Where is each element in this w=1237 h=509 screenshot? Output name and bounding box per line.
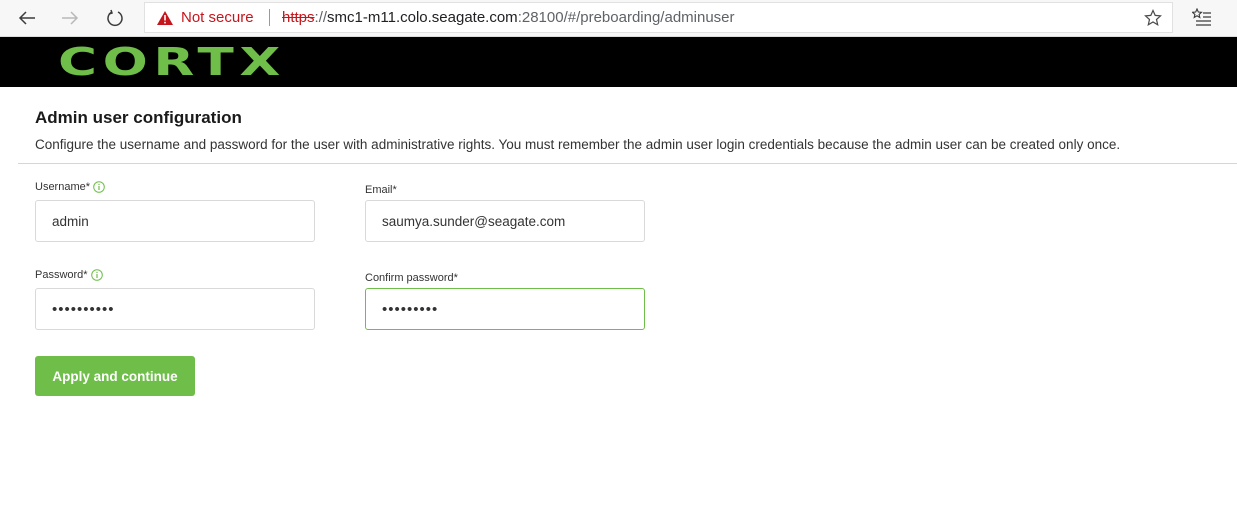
warning-icon [157, 11, 173, 30]
app-header: CORTX [0, 37, 1237, 87]
username-label: Username* [35, 181, 91, 193]
url-separator: :// [314, 9, 328, 26]
confirm-password-label: Confirm password* [365, 272, 458, 284]
password-info-icon[interactable] [90, 269, 103, 281]
password-label-row: Password* [35, 269, 103, 281]
address-bar[interactable]: Not secure https://smc1-m11.colo.seagate… [144, 2, 1173, 33]
reload-icon[interactable] [101, 4, 129, 32]
forward-arrow-icon[interactable] [56, 4, 84, 32]
email-label: Email* [365, 184, 397, 196]
url-path: :28100/#/preboarding/adminuser [517, 9, 735, 26]
username-input[interactable] [35, 200, 315, 242]
email-input[interactable] [365, 200, 645, 242]
logo-text: CORTX [58, 44, 286, 80]
confirm-password-input[interactable] [365, 288, 645, 330]
page-title: Admin user configuration [35, 108, 242, 127]
username-label-row: Username* [35, 181, 105, 193]
browser-toolbar: Not secure https://smc1-m11.colo.seagate… [0, 0, 1237, 37]
username-info-icon[interactable] [93, 181, 105, 193]
apply-and-continue-button[interactable]: Apply and continue [35, 356, 195, 396]
confirm-password-label-row: Confirm password* [365, 272, 458, 284]
password-input[interactable] [35, 288, 315, 330]
password-label: Password* [35, 269, 88, 281]
back-arrow-icon[interactable] [13, 4, 41, 32]
section-divider [18, 163, 1237, 164]
url-scheme: https [282, 9, 315, 26]
star-icon[interactable] [1144, 9, 1162, 32]
address-divider [269, 9, 270, 26]
reading-list-icon[interactable] [1191, 7, 1212, 31]
email-label-row: Email* [365, 184, 397, 196]
url-text[interactable]: https://smc1-m11.colo.seagate.com:28100/… [282, 9, 735, 26]
url-host: smc1-m11.colo.seagate.com [327, 9, 518, 26]
security-status[interactable]: Not secure [181, 9, 254, 26]
page-description: Configure the username and password for … [35, 137, 1121, 152]
cortx-logo: CORTX [58, 40, 290, 85]
